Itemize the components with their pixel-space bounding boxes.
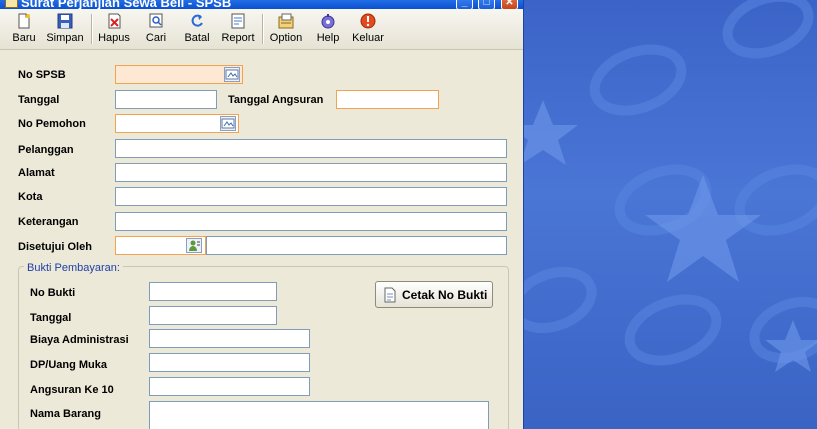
no-bukti-field[interactable] [149, 282, 277, 301]
pelanggan-field[interactable] [115, 139, 507, 158]
option-button[interactable]: Option [268, 11, 304, 47]
tanggal-angsuran-field[interactable] [336, 90, 439, 109]
cetak-no-bukti-button[interactable]: Cetak No Bukti [375, 281, 493, 308]
spsb-window: Surat Perjanjian Sewa Beli - SPSB _ □ ✕ … [0, 0, 524, 429]
biaya-administrasi-label: Biaya Administrasi [30, 334, 129, 346]
baru-button[interactable]: Baru [8, 11, 40, 47]
no-bukti-label: No Bukti [30, 287, 76, 299]
report-icon [230, 13, 246, 29]
app-icon [5, 0, 18, 8]
keluar-button[interactable]: Keluar [351, 11, 385, 47]
batal-button[interactable]: Batal [181, 11, 213, 47]
kota-label: Kota [18, 191, 43, 203]
search-icon [148, 13, 164, 29]
window-titlebar[interactable]: Surat Perjanjian Sewa Beli - SPSB _ □ ✕ [0, 0, 523, 10]
angsuran-field[interactable] [149, 377, 310, 396]
no-pemohon-label: No Pemohon [18, 118, 86, 130]
report-button[interactable]: Report [219, 11, 257, 47]
exit-icon [360, 13, 376, 29]
no-spsb-label: No SPSB [18, 69, 66, 81]
tanggal-angsuran-label: Tanggal Angsuran [228, 94, 324, 106]
print-icon [383, 287, 397, 303]
bukti-pembayaran-title: Bukti Pembayaran: [24, 262, 123, 274]
help-icon [320, 13, 336, 29]
toolbar-separator [262, 14, 264, 44]
angsuran-ke-label: Angsuran Ke 10 [30, 384, 114, 396]
biaya-administrasi-field[interactable] [149, 329, 310, 348]
bukti-tanggal-field[interactable] [149, 306, 277, 325]
disetujui-oleh-label: Disetujui Oleh [18, 241, 92, 253]
tanggal-label: Tanggal [18, 94, 60, 106]
undo-icon [189, 13, 205, 29]
cari-button[interactable]: Cari [140, 11, 172, 47]
disetujui-oleh-field[interactable] [115, 236, 206, 255]
option-icon [278, 13, 294, 29]
toolbar-separator [91, 14, 93, 44]
disetujui-oleh-name-field[interactable] [206, 236, 507, 255]
no-spsb-field[interactable] [115, 65, 243, 84]
save-icon [57, 13, 73, 29]
nama-barang-field[interactable] [149, 401, 489, 429]
dp-uang-muka-label: DP/Uang Muka [30, 359, 108, 371]
toolbar: Baru Simpan Hapus Cari Batal Report Opti… [0, 9, 523, 50]
nama-barang-label: Nama Barang [30, 408, 101, 420]
delete-icon [106, 13, 122, 29]
simpan-button[interactable]: Simpan [44, 11, 86, 47]
bukti-tanggal-label: Tanggal [30, 312, 72, 324]
tanggal-field[interactable] [115, 90, 217, 109]
alamat-field[interactable] [115, 163, 507, 182]
no-pemohon-field[interactable] [115, 114, 239, 133]
user-lookup-icon[interactable] [186, 238, 202, 253]
pelanggan-label: Pelanggan [18, 144, 74, 156]
hapus-button[interactable]: Hapus [96, 11, 132, 47]
alamat-label: Alamat [18, 167, 55, 179]
lookup-icon[interactable] [220, 116, 236, 131]
help-button[interactable]: Help [313, 11, 343, 47]
lookup-icon[interactable] [224, 67, 240, 82]
kota-field[interactable] [115, 187, 507, 206]
dp-uang-muka-field[interactable] [149, 353, 310, 372]
desktop-wallpaper [523, 0, 817, 429]
new-document-icon [16, 13, 32, 29]
wallpaper-pattern [523, 0, 817, 372]
keterangan-field[interactable] [115, 212, 507, 231]
keterangan-label: Keterangan [18, 216, 79, 228]
